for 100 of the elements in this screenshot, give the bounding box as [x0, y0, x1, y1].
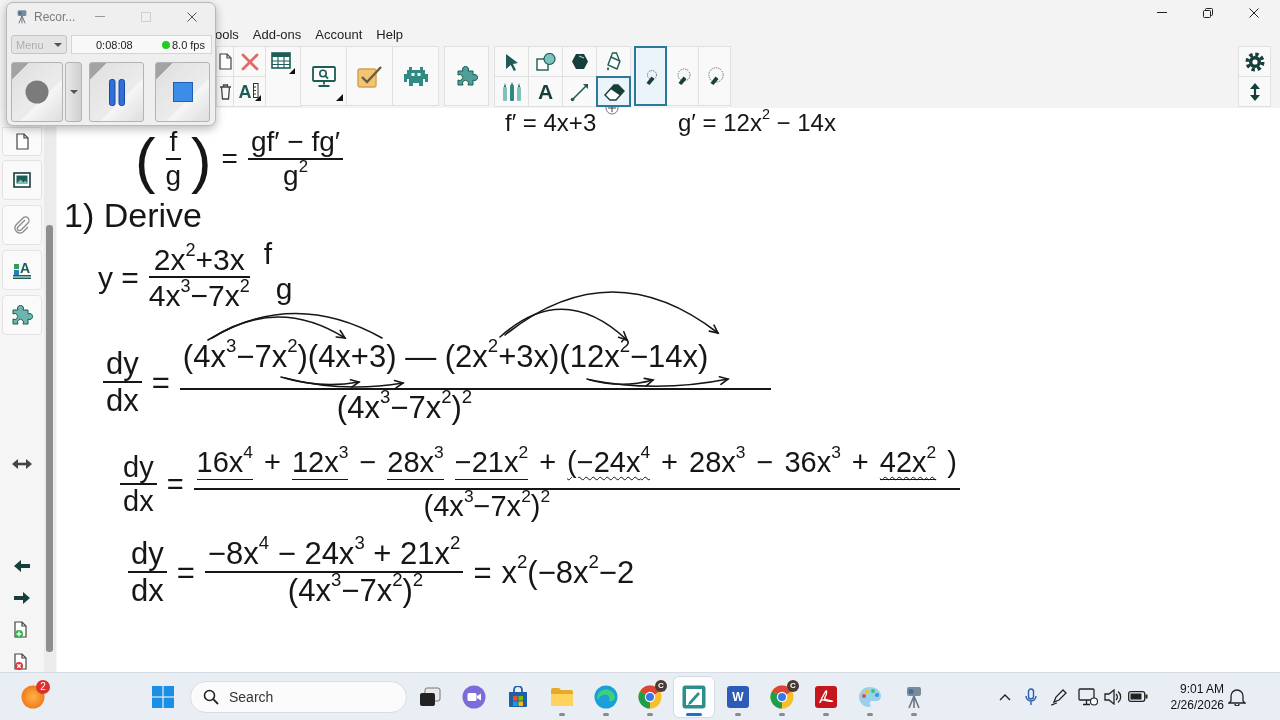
- math-text: y =: [98, 261, 139, 294]
- toolbar-button[interactable]: [392, 46, 439, 106]
- eraser-size-icon: [705, 67, 724, 85]
- delete-page-icon[interactable]: [14, 653, 30, 671]
- math-term: +: [539, 447, 557, 480]
- denominator: g: [165, 159, 182, 192]
- menu-item[interactable]: Account: [315, 27, 363, 42]
- notification-bell-icon[interactable]: [1228, 687, 1246, 706]
- math-text: g′ = 12x$^{2}$ − 14x: [678, 110, 836, 137]
- sun-icon: [21, 684, 45, 709]
- caret-icon: [54, 42, 62, 47]
- scrollbar-thumb[interactable]: [46, 225, 53, 652]
- denominator: g$^{2}$: [283, 159, 308, 192]
- camera-icon: [15, 9, 29, 24]
- image-icon: [13, 172, 31, 188]
- sidebar-button[interactable]: [2, 160, 42, 200]
- toolbar-button[interactable]: [216, 46, 234, 77]
- record-button[interactable]: [11, 62, 63, 122]
- widgets-button[interactable]: 2: [18, 678, 48, 715]
- numerator: gf′ − fg′: [250, 127, 341, 158]
- clock-date[interactable]: 2/26/2026: [1170, 696, 1224, 713]
- math-term: 12x$^{3}$: [291, 447, 349, 480]
- chevron-up-icon[interactable]: [999, 692, 1011, 701]
- numerator: −8x$^{4}$ − 24x$^{3}$ + 21x$^{2}$: [207, 537, 461, 572]
- size-button[interactable]: [634, 46, 667, 106]
- network-icon[interactable]: [1078, 687, 1098, 706]
- toolbar-button[interactable]: [300, 46, 347, 106]
- denominator: (4x$^{3}$−7x$^{2}$)$^{2}$: [423, 489, 551, 523]
- math-text: x$^{2}$(−8x$^{2}$−2: [501, 555, 635, 590]
- close-icon: [187, 11, 197, 22]
- denominator: (4x$^{3}$−7x$^{2}$)$^{2}$: [336, 390, 473, 426]
- four-squares-icon[interactable]: [152, 685, 174, 708]
- menu-item[interactable]: Help: [376, 27, 403, 42]
- right-arrow-icon[interactable]: [13, 591, 31, 605]
- browser-icon: [638, 684, 662, 709]
- pointer-icon: [504, 52, 519, 71]
- minimize-icon: [1157, 12, 1167, 13]
- scrollbar-track[interactable]: [44, 127, 56, 672]
- settings-button[interactable]: [1238, 46, 1271, 77]
- sidebar-button[interactable]: [2, 205, 42, 245]
- markers-icon: [500, 81, 523, 102]
- close-icon: [1249, 7, 1259, 18]
- restore-icon: [1203, 7, 1213, 18]
- menu-item[interactable]: ools: [215, 27, 239, 42]
- eraser-icon: [602, 82, 625, 101]
- task-view-icon: [419, 686, 441, 707]
- browser-icon: [770, 684, 794, 709]
- page-icon: [218, 53, 232, 70]
- left-arrow-icon[interactable]: [13, 559, 31, 573]
- trash-icon: [218, 83, 232, 100]
- puzzle-icon: [455, 66, 478, 86]
- pause-button[interactable]: [89, 62, 144, 122]
- numerator: dy: [123, 451, 154, 484]
- monitor-search-icon: [311, 65, 336, 87]
- caret-icon: [69, 90, 78, 94]
- speaker-icon[interactable]: [1104, 688, 1122, 705]
- tool-button[interactable]: A: [528, 76, 563, 107]
- function-label: g: [275, 271, 293, 305]
- shapes-icon: [535, 52, 556, 71]
- pen-icon[interactable]: [1050, 687, 1068, 706]
- math-term: +: [661, 447, 679, 480]
- toolbar-button[interactable]: [444, 46, 489, 106]
- add-page-icon[interactable]: [14, 621, 30, 639]
- puzzle-icon: [11, 305, 33, 325]
- numerator: dy: [106, 347, 139, 382]
- search-field[interactable]: Search: [190, 680, 407, 713]
- toolbar-button[interactable]: [216, 76, 234, 107]
- paperclip-icon: [13, 216, 31, 234]
- math-term: (−24x$^{4}$: [567, 447, 651, 480]
- tool-button[interactable]: [596, 76, 631, 107]
- scroll-toggle-button[interactable]: [1238, 76, 1271, 107]
- clock-time[interactable]: 9:01 AM: [1179, 680, 1224, 697]
- taskbar-button[interactable]: C: [630, 676, 670, 717]
- search-icon: [203, 688, 219, 705]
- numerator: 2x$^{2}$+3x: [153, 243, 245, 276]
- battery-icon[interactable]: [1128, 691, 1148, 702]
- checkbox-icon: [357, 64, 382, 88]
- sidebar-button[interactable]: [2, 295, 42, 335]
- taskbar-button[interactable]: C: [762, 676, 802, 717]
- math-term: 28x$^{3}$: [387, 447, 444, 480]
- vertical-arrows-icon: [1248, 81, 1261, 102]
- math-text: =: [176, 555, 195, 590]
- horizontal-arrows-icon[interactable]: [11, 458, 33, 470]
- folder-icon: [550, 686, 574, 707]
- denominator: dx: [123, 485, 154, 519]
- numerator: f: [169, 127, 178, 158]
- elapsed-time: 0:08:08: [96, 38, 133, 51]
- toolbar-button[interactable]: A: [233, 76, 266, 107]
- math-term: 28x$^{3}$: [689, 447, 746, 480]
- taskbar-button[interactable]: W: [718, 676, 758, 717]
- math-term: +: [851, 447, 869, 480]
- microphone-icon[interactable]: [1025, 687, 1037, 706]
- stop-button[interactable]: [155, 62, 210, 122]
- sidebar-button[interactable]: A: [2, 250, 42, 290]
- menu-item[interactable]: Add-ons: [252, 27, 302, 42]
- sidebar-button[interactable]: [2, 127, 42, 156]
- toolbar-button[interactable]: [265, 46, 301, 107]
- record-icon: [25, 80, 49, 104]
- palette-icon: [858, 685, 882, 708]
- denominator: 4x$^{3}$−7x$^{2}$: [148, 278, 250, 312]
